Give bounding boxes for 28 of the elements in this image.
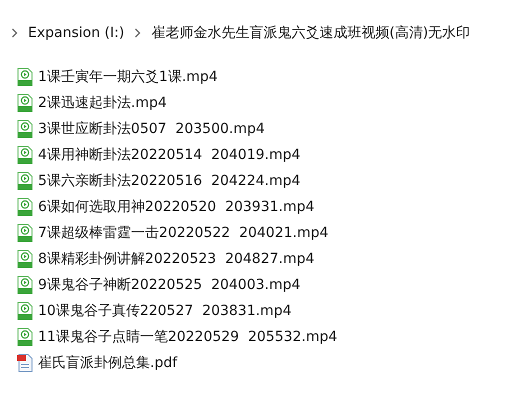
- video-file-icon: [17, 172, 33, 190]
- video-file-icon: [17, 224, 33, 242]
- file-name[interactable]: 11课鬼谷子点睛一笔20220529 205532.mp4: [38, 328, 338, 346]
- file-name[interactable]: 10课鬼谷子真传220527 203831.mp4: [38, 302, 292, 320]
- breadcrumb-item[interactable]: Expansion (I:): [28, 25, 124, 41]
- video-file-icon: [17, 250, 33, 268]
- video-file-icon: [17, 120, 33, 138]
- file-name[interactable]: 5课六亲断卦法20220516 204224.mp4: [38, 172, 300, 190]
- video-file-icon: [17, 68, 33, 86]
- file-name[interactable]: 7课超级棒雷霆一击20220522 204021.mp4: [38, 224, 328, 242]
- file-name[interactable]: 2课迅速起卦法.mp4: [38, 94, 167, 112]
- file-name[interactable]: 9课鬼谷子神断20220525 204003.mp4: [38, 276, 300, 294]
- file-name[interactable]: 1课壬寅年一期六爻1课.mp4: [38, 68, 218, 86]
- file-name[interactable]: 崔氏盲派卦例总集.pdf: [38, 354, 178, 372]
- file-name[interactable]: 4课用神断卦法20220514 204019.mp4: [38, 146, 300, 164]
- file-name[interactable]: 3课世应断卦法0507 203500.mp4: [38, 120, 265, 138]
- file-name[interactable]: 8课精彩卦例讲解20220523 204827.mp4: [38, 250, 314, 268]
- file-name[interactable]: 6课如何选取用神20220520 203931.mp4: [38, 198, 314, 216]
- video-file-icon: [17, 198, 33, 216]
- video-file-icon: [17, 328, 33, 346]
- pdf-file-icon: [17, 354, 33, 372]
- video-file-icon: [17, 94, 33, 112]
- chevron-icon[interactable]: [134, 28, 142, 38]
- video-file-icon: [17, 146, 33, 164]
- chevron-icon[interactable]: [11, 28, 18, 38]
- video-file-icon: [17, 302, 33, 320]
- breadcrumb-item[interactable]: 崔老师金水先生盲派鬼六爻速成班视频(高清)无水印: [151, 24, 470, 42]
- video-file-icon: [17, 276, 33, 294]
